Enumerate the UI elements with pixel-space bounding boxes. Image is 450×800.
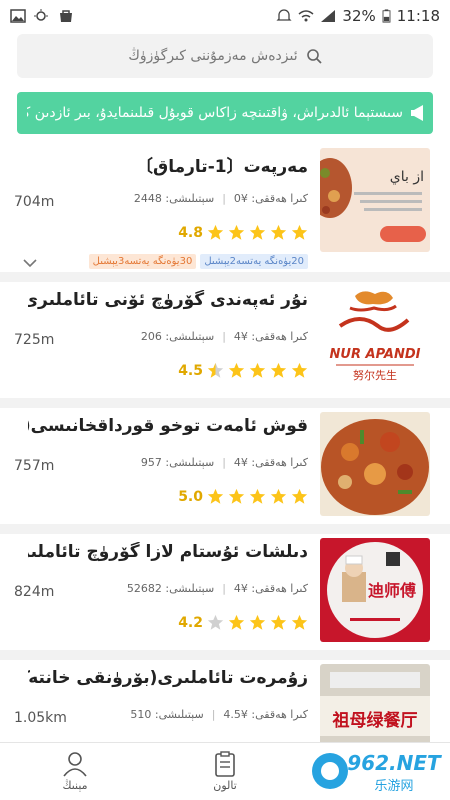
rating-value: 4.8: [178, 224, 203, 241]
shopping-bag-icon: [60, 10, 72, 22]
watermark-sub: 乐游网: [374, 779, 413, 794]
restaurant-meta: كىرا ھەققى: ¥4 | سېتىلىشى: 957: [140, 456, 308, 469]
star-rating: 5.0: [172, 488, 308, 505]
thumbnail-text: از باي: [390, 169, 424, 185]
logo-cn: 祖母绿餐厅: [332, 710, 418, 731]
delivery-fee: كىرا ھەققى: ¥4.5: [223, 708, 308, 721]
star-icon: [207, 488, 224, 504]
watermark-text: 962.NET: [347, 751, 442, 775]
star-icon: [270, 362, 287, 378]
notice-banner[interactable]: سىستېما ئالدىراش، ۋاقتىنچە زاكاس قوبۇل ق…: [17, 92, 433, 134]
star-icon: [228, 362, 245, 378]
restaurant-meta: كىرا ھەققى: ¥0 | سېتىلىشى: 2448: [133, 192, 308, 205]
battery-level: 32%: [342, 7, 376, 25]
sales-count: سېتىلىشى: 2448: [133, 192, 215, 205]
rating-value: 4.2: [178, 614, 203, 631]
restaurant-thumbnail: [320, 412, 430, 516]
search-input[interactable]: ئىزدەش مەزمۇننى كىرگۈزۈڭ: [17, 34, 433, 78]
restaurant-meta: كىرا ھەققى: ¥4.5 | سېتىلىشى: 510: [130, 708, 308, 721]
rating-value: 4.5: [178, 362, 203, 379]
restaurant-card[interactable]: 迪师傅 دىلشات ئۇستام لازا گۆرۈچ تائاملىرى (…: [0, 534, 450, 660]
restaurant-meta: كىرا ھەققى: ¥4 | سېتىلىشى: 52682: [126, 582, 308, 595]
star-icon: [270, 224, 287, 240]
star-icon: [249, 224, 266, 240]
alarm-icon: [276, 9, 292, 21]
restaurant-meta: كىرا ھەققى: ¥4 | سېتىلىشى: 206: [140, 330, 308, 343]
restaurant-list: از باي مەرپەت〔1-تارماق〕 704m كىرا ھەققى:…: [0, 144, 450, 786]
discount-tag: 20يۈەنگە يەتسە2يېشىل: [200, 254, 308, 269]
nav-profile[interactable]: مېنىڭ: [0, 743, 150, 800]
star-rating: 4.5: [172, 362, 308, 379]
signal-icon: [321, 10, 336, 22]
restaurant-distance: 1.05km: [14, 710, 67, 726]
delivery-fee: كىرا ھەققى: ¥4: [233, 330, 308, 343]
restaurant-distance: 757m: [14, 458, 55, 474]
nav-coupon-label: تالون: [213, 779, 237, 792]
restaurant-thumbnail: 迪师傅: [320, 538, 430, 642]
restaurant-thumbnail: از باي: [320, 148, 430, 252]
notice-text: سىستېما ئالدىراش، ۋاقتىنچە زاكاس قوبۇل ق…: [27, 105, 403, 121]
star-icon: [207, 614, 224, 630]
star-icon: [249, 614, 266, 630]
clipboard-icon: [215, 751, 235, 777]
star-icon: [228, 488, 245, 504]
weather-icon: [34, 9, 48, 21]
restaurant-card[interactable]: NUR APANDI 努尔先生 نۇر ئەپەندى گۆرۈچ ئۆنى ت…: [0, 282, 450, 408]
gallery-icon: [10, 9, 26, 23]
restaurant-distance: 704m: [14, 194, 55, 210]
star-icon: [270, 614, 287, 630]
nav-profile-label: مېنىڭ: [62, 779, 88, 792]
restaurant-thumbnail: NUR APANDI 努尔先生: [320, 286, 430, 390]
star-icon: [249, 488, 266, 504]
star-icon: [228, 614, 245, 630]
delivery-fee: كىرا ھەققى: ¥0: [233, 192, 308, 205]
star-rating: 4.8: [172, 224, 308, 241]
star-icon: [228, 224, 245, 240]
restaurant-name: دىلشات ئۇستام لازا گۆرۈچ تائاملىرى (ب..: [28, 542, 308, 562]
site-watermark: 962.NET 乐游网: [312, 751, 442, 794]
restaurant-name: نۇر ئەپەندى گۆرۈچ ئۆنى تائاملىرى: [28, 290, 308, 310]
logo-text: NUR APANDI: [330, 347, 421, 362]
star-icon: [291, 614, 308, 630]
restaurant-name: زۇمرەت تائاملىرى(بۆرۈنقى خانتەڭرى): [28, 668, 308, 688]
star-icon: [207, 224, 224, 240]
restaurant-distance: 725m: [14, 332, 55, 348]
sales-count: سېتىلىشى: 957: [140, 456, 215, 469]
user-icon: [63, 752, 87, 777]
delivery-fee: كىرا ھەققى: ¥4: [233, 456, 308, 469]
battery-icon: [382, 9, 391, 23]
restaurant-distance: 824m: [14, 584, 55, 600]
discount-tag: 30يۈەنگە يەتسە3يېشىل: [88, 254, 197, 269]
delivery-fee: كىرا ھەققى: ¥4: [233, 582, 308, 595]
star-icon: [249, 362, 266, 378]
clock: 11:18: [396, 7, 440, 25]
chevron-down-icon[interactable]: [22, 258, 38, 268]
search-placeholder: ئىزدەش مەزمۇننى كىرگۈزۈڭ: [128, 48, 298, 64]
sales-count: سېتىلىشى: 52682: [126, 582, 215, 595]
logo-cn: 努尔先生: [353, 368, 397, 382]
wifi-icon: [298, 10, 314, 22]
restaurant-card[interactable]: قوش ئامەت توخو قورداقخانىسى(كونسول ... 7…: [0, 408, 450, 534]
restaurant-name: قوش ئامەت توخو قورداقخانىسى(كونسول ...: [28, 416, 308, 436]
speaker-icon: [411, 105, 423, 121]
sales-count: سېتىلىشى: 206: [140, 330, 215, 343]
rating-value: 5.0: [178, 488, 203, 505]
star-icon: [270, 488, 287, 504]
star-icon: [207, 362, 224, 378]
star-icon: [291, 362, 308, 378]
star-rating: 4.2: [172, 614, 308, 631]
search-icon: [306, 49, 322, 64]
restaurant-name: مەرپەت〔1-تارماق〕: [136, 157, 308, 177]
sales-count: سېتىلىشى: 510: [130, 708, 204, 721]
logo-cn: 迪师傅: [368, 581, 416, 600]
star-icon: [291, 488, 308, 504]
restaurant-card[interactable]: از باي مەرپەت〔1-تارماق〕 704m كىرا ھەققى:…: [0, 144, 450, 282]
status-bar: 32% 11:18: [0, 0, 450, 32]
discount-tags: 30يۈەنگە يەتسە3يېشىل 20يۈەنگە يەتسە2يېشى…: [88, 254, 308, 269]
nav-coupon[interactable]: تالون: [150, 743, 300, 800]
star-icon: [291, 224, 308, 240]
